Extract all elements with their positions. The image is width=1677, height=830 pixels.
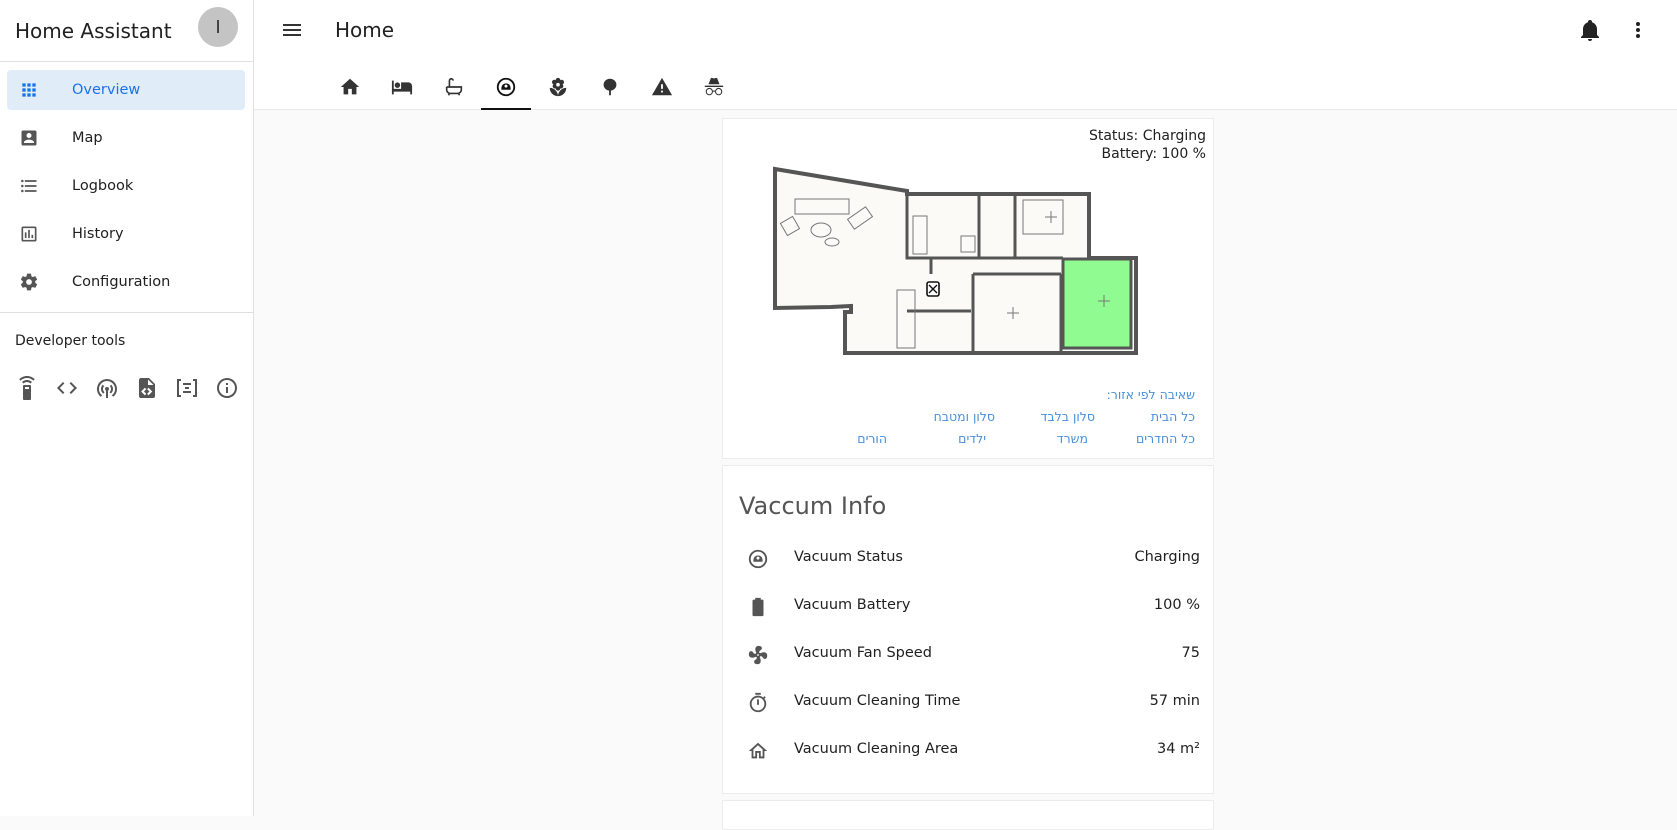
tab-away[interactable]	[688, 70, 740, 110]
vacuum-info-card: Vaccum Info Vacuum Status Charging Vacuu…	[722, 465, 1214, 794]
sidebar-nav: Overview Map Logbook History Configurati…	[0, 62, 253, 302]
robot-vacuum-icon	[748, 549, 768, 569]
zone-whole-house-link[interactable]: כל הבית	[1151, 409, 1195, 424]
sidebar-item-label: Logbook	[72, 178, 134, 194]
battery-text: Battery: 100 %	[1101, 146, 1206, 162]
format-list-icon	[21, 179, 37, 193]
entity-row-battery[interactable]: Vacuum Battery 100 %	[723, 584, 1215, 632]
sidebar-item-history[interactable]: History	[7, 214, 245, 254]
sidebar-item-configuration[interactable]: Configuration	[7, 262, 245, 302]
robot-vacuum-icon	[496, 77, 516, 97]
card-title: Vaccum Info	[739, 492, 887, 520]
entity-value: 75	[1181, 645, 1200, 661]
tab-home[interactable]	[324, 70, 376, 110]
apps-icon	[22, 83, 36, 97]
vacuum-status-overlay: Status: Charging Battery: 100 %	[1089, 127, 1206, 163]
timer-icon	[749, 692, 767, 713]
sidebar-item-label: History	[72, 226, 124, 242]
tab-alerts[interactable]	[636, 70, 688, 110]
entity-name: Vacuum Fan Speed	[794, 645, 932, 661]
menu-icon[interactable]	[280, 18, 304, 42]
zone-living-kitchen-link[interactable]: סלון ומטבח	[934, 409, 995, 424]
next-card	[722, 800, 1214, 830]
avatar[interactable]: I	[198, 7, 238, 47]
tab-bedroom[interactable]	[376, 70, 428, 110]
entity-value: 57 min	[1149, 693, 1200, 709]
incognito-icon	[704, 77, 724, 96]
vacuum-map-card: Status: Charging Battery: 100 % שאיבה לפ…	[722, 118, 1214, 459]
bathtub-icon	[445, 77, 463, 96]
more-vert-icon[interactable]	[1626, 18, 1650, 42]
entity-row-status[interactable]: Vacuum Status Charging	[723, 536, 1215, 584]
sidebar-item-logbook[interactable]: Logbook	[7, 166, 245, 206]
entity-value: 100 %	[1153, 597, 1200, 613]
remote-icon[interactable]	[15, 376, 39, 400]
sidebar-item-overview[interactable]: Overview	[7, 70, 245, 110]
entity-row-fan-speed[interactable]: Vacuum Fan Speed 75	[723, 632, 1215, 680]
entity-row-cleaning-time[interactable]: Vacuum Cleaning Time 57 min	[723, 680, 1215, 728]
sidebar-item-label: Overview	[72, 82, 141, 98]
antenna-icon[interactable]	[95, 376, 119, 400]
chart-box-icon	[21, 226, 37, 242]
app-title: Home Assistant	[15, 18, 172, 43]
battery-icon	[752, 597, 764, 617]
home-outline-icon	[748, 742, 768, 759]
zone-parents-link[interactable]: הורים	[857, 431, 887, 446]
info-icon[interactable]	[215, 376, 239, 400]
tab-vacuum[interactable]	[480, 70, 532, 110]
entity-name: Vacuum Cleaning Time	[794, 693, 961, 709]
file-code-icon[interactable]	[135, 376, 159, 400]
zone-kids-link[interactable]: ילדים	[958, 431, 986, 446]
page-title: Home	[335, 18, 395, 42]
template-icon[interactable]	[175, 376, 199, 400]
sidebar-item-map[interactable]: Map	[7, 118, 245, 158]
alert-icon	[651, 77, 673, 96]
tab-bathroom[interactable]	[428, 70, 480, 110]
floor-plan	[773, 166, 1138, 355]
top-app-bar: Home	[254, 0, 1677, 110]
zones-title: שאיבה לפי אזור:	[1106, 387, 1195, 402]
bell-icon[interactable]	[1578, 18, 1602, 42]
account-box-icon	[21, 130, 37, 146]
home-icon	[340, 78, 360, 95]
developer-tools-title: Developer tools	[15, 333, 126, 349]
sidebar-header: Home Assistant I	[0, 0, 253, 62]
entity-name: Vacuum Status	[794, 549, 903, 565]
entity-value: Charging	[1134, 549, 1200, 565]
developer-tools-row	[15, 376, 255, 400]
tab-outdoor[interactable]	[584, 70, 636, 110]
zone-office-link[interactable]: משרד	[1057, 431, 1088, 446]
flower-icon	[549, 77, 567, 97]
sidebar-item-label: Configuration	[72, 274, 171, 290]
sidebar-item-label: Map	[72, 130, 103, 146]
code-icon[interactable]	[55, 376, 79, 400]
entity-value: 34 m²	[1157, 741, 1200, 757]
tree-icon	[603, 78, 617, 96]
entity-row-cleaning-area[interactable]: Vacuum Cleaning Area 34 m²	[723, 728, 1215, 776]
entity-name: Vacuum Cleaning Area	[794, 741, 959, 757]
tab-garden[interactable]	[532, 70, 584, 110]
sidebar: Home Assistant I Overview Map Logbook Hi…	[0, 0, 254, 816]
fan-icon	[748, 645, 768, 665]
status-text: Status: Charging	[1088, 128, 1206, 144]
view-tabs	[324, 70, 740, 110]
entity-name: Vacuum Battery	[794, 597, 911, 613]
zone-all-rooms-link[interactable]: כל החדרים	[1136, 431, 1195, 446]
zone-living-only-link[interactable]: סלון בלבד	[1041, 409, 1095, 424]
bed-icon	[391, 80, 413, 95]
gear-icon	[20, 273, 38, 291]
